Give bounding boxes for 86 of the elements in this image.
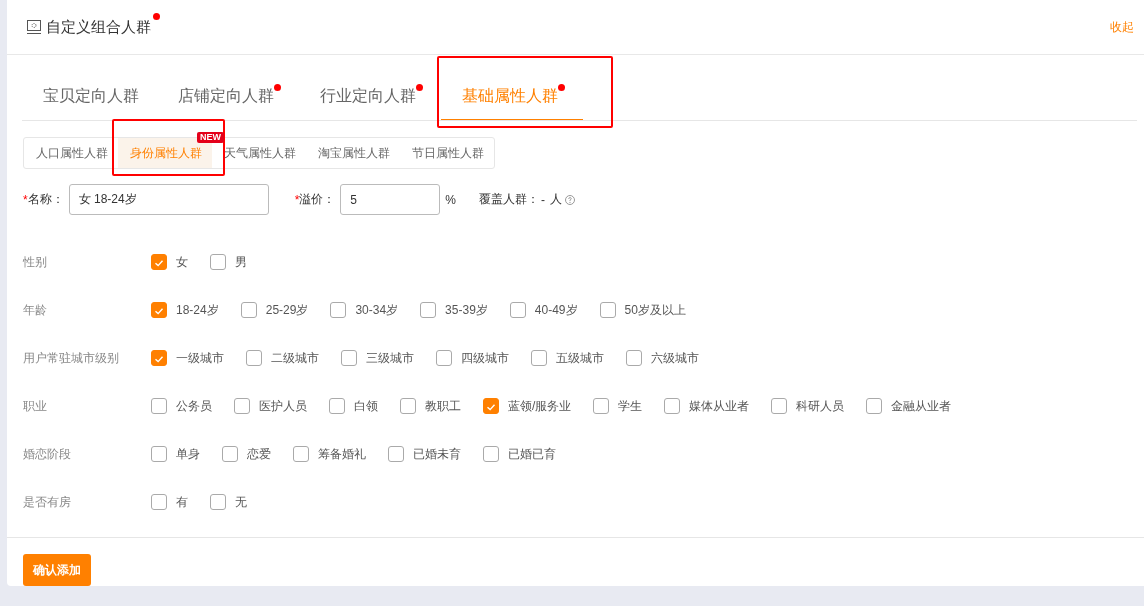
checkbox-option[interactable]: 蓝领/服务业 <box>483 397 572 415</box>
checkbox-option[interactable]: 金融从业者 <box>866 397 952 415</box>
checkbox[interactable] <box>151 398 167 414</box>
subtab[interactable]: 节日属性人群 <box>400 138 494 168</box>
checkbox-option[interactable]: 公务员 <box>151 397 212 415</box>
checkbox[interactable] <box>151 350 167 366</box>
checkbox-option[interactable]: 40-49岁 <box>509 301 578 319</box>
checkbox[interactable] <box>329 398 345 414</box>
group-label: 用户常驻城市级别 <box>23 349 120 367</box>
checkbox[interactable] <box>436 350 452 366</box>
checkbox[interactable] <box>222 446 238 462</box>
help-icon[interactable] <box>565 194 575 205</box>
checkbox[interactable] <box>151 494 167 510</box>
percent-unit: % <box>445 192 456 207</box>
checkbox[interactable] <box>210 254 226 270</box>
group-label: 性别 <box>23 253 48 271</box>
required-mark: * <box>23 192 28 207</box>
checkbox-option[interactable]: 男 <box>210 253 247 271</box>
new-badge: NEW <box>197 132 224 143</box>
checkbox-option[interactable]: 白领 <box>329 397 378 415</box>
checkbox[interactable] <box>210 494 226 510</box>
checkbox-option[interactable]: 50岁及以上 <box>599 301 686 319</box>
checkbox-option[interactable]: 25-29岁 <box>240 301 309 319</box>
checkbox[interactable] <box>509 302 526 318</box>
checkbox[interactable] <box>151 254 167 270</box>
checkbox-option[interactable]: 医护人员 <box>234 397 307 415</box>
checkbox[interactable] <box>240 302 257 318</box>
panel-title: 自定义组合人群 <box>46 17 151 37</box>
checkbox[interactable] <box>341 350 357 366</box>
crowd-icon <box>26 19 42 35</box>
checkbox-option[interactable]: 已婚已育 <box>483 445 556 463</box>
checkbox-option[interactable]: 已婚未育 <box>388 445 461 463</box>
checkbox-option[interactable]: 一级城市 <box>151 349 224 367</box>
checkbox[interactable] <box>234 398 250 414</box>
checkbox-option[interactable]: 30-34岁 <box>330 301 399 319</box>
checkbox-option[interactable]: 教职工 <box>400 397 461 415</box>
checkbox-option[interactable]: 五级城市 <box>531 349 604 367</box>
checkbox-option[interactable]: 三级城市 <box>341 349 414 367</box>
checkbox[interactable] <box>246 350 262 366</box>
checkbox-option[interactable]: 恋爱 <box>222 445 271 463</box>
checkbox[interactable] <box>151 446 167 462</box>
checkbox-option[interactable]: 六级城市 <box>626 349 699 367</box>
checkbox[interactable] <box>420 302 437 318</box>
checkbox[interactable] <box>293 446 309 462</box>
checkbox[interactable] <box>483 398 499 414</box>
premium-field[interactable]: 5 <box>340 184 441 215</box>
checkbox[interactable] <box>483 446 499 462</box>
checkbox[interactable] <box>599 302 616 318</box>
checkbox-option[interactable]: 媒体从业者 <box>664 397 750 415</box>
checkbox[interactable] <box>388 446 404 462</box>
field-label: 名称： <box>27 191 64 208</box>
field-label: 溢价： <box>299 191 336 208</box>
checkbox-option[interactable]: 无 <box>210 493 247 511</box>
checkbox-option[interactable]: 筹备婚礼 <box>293 445 366 463</box>
tab[interactable]: 店铺定向人群 <box>157 76 299 120</box>
tab[interactable]: 行业定向人群 <box>299 76 441 120</box>
name-field[interactable]: 女 18-24岁 <box>68 184 269 215</box>
checkbox-option[interactable]: 女 <box>151 253 188 271</box>
coverage-label: 覆盖人群： <box>479 191 539 208</box>
checkbox[interactable] <box>531 350 547 366</box>
checkbox[interactable] <box>664 398 681 414</box>
checkbox[interactable] <box>400 398 416 414</box>
checkbox[interactable] <box>593 398 610 414</box>
checkbox-option[interactable]: 18-24岁 <box>151 301 219 319</box>
subtab[interactable]: 淘宝属性人群 <box>306 138 400 168</box>
group-label: 是否有房 <box>23 493 72 511</box>
checkbox-option[interactable]: 学生 <box>593 397 643 415</box>
checkbox[interactable] <box>866 398 883 414</box>
checkbox[interactable] <box>626 350 642 366</box>
checkbox-option[interactable]: 科研人员 <box>771 397 845 415</box>
checkbox-option[interactable]: 四级城市 <box>436 349 509 367</box>
coverage-unit: 人 <box>550 191 562 208</box>
checkbox[interactable] <box>151 302 167 318</box>
required-mark: * <box>294 192 300 207</box>
group-label: 年龄 <box>23 301 48 319</box>
tab[interactable]: 宝贝定向人群 <box>22 76 157 120</box>
checkbox[interactable] <box>771 398 788 414</box>
checkbox-option[interactable]: 有 <box>151 493 188 511</box>
group-label: 婚恋阶段 <box>23 445 72 463</box>
checkbox-option[interactable]: 二级城市 <box>246 349 319 367</box>
subtab[interactable]: 人口属性人群 <box>24 138 118 168</box>
group-label: 职业 <box>23 397 48 415</box>
checkbox[interactable] <box>330 302 347 318</box>
coverage-value: - <box>541 192 545 207</box>
checkbox-option[interactable]: 35-39岁 <box>420 301 488 319</box>
checkbox-option[interactable]: 单身 <box>151 445 200 463</box>
